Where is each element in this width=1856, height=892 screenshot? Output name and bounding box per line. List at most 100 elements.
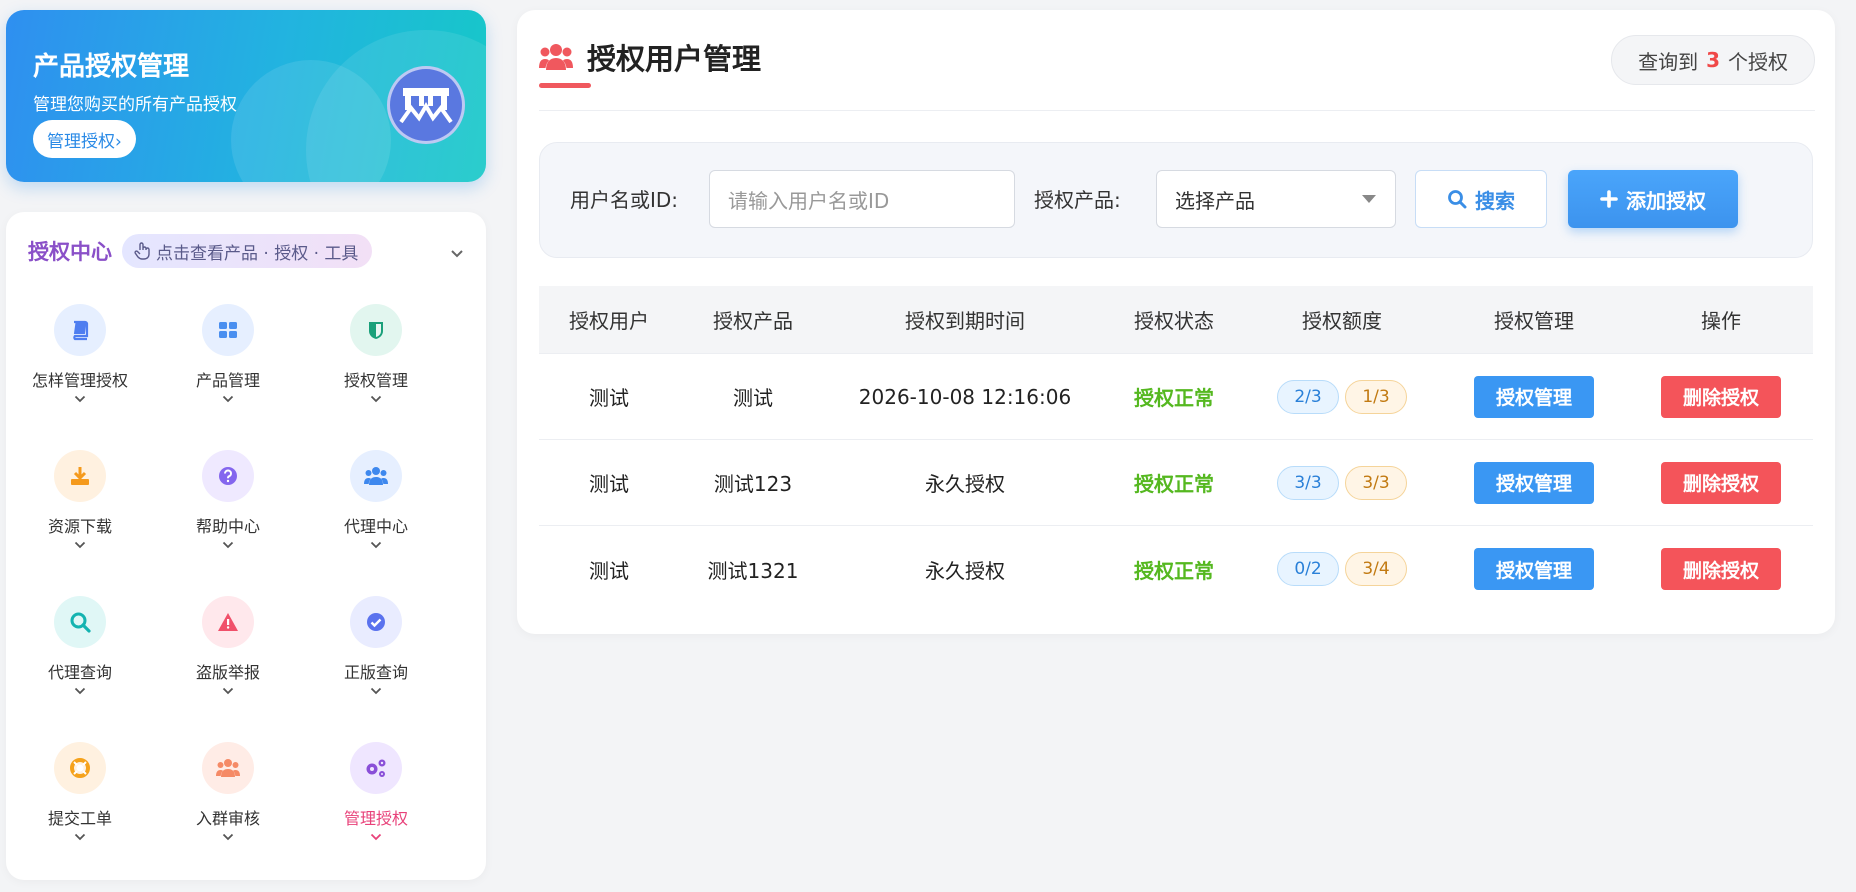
collapse-toggle[interactable] (450, 244, 464, 263)
search-icon (54, 596, 106, 648)
book-icon (54, 304, 106, 356)
divider (539, 110, 1815, 111)
nav-item-10[interactable]: 入群审核 (154, 742, 302, 841)
cell-manage: 授权管理 (1439, 375, 1629, 418)
warning-icon (202, 596, 254, 648)
nav-item-1[interactable]: 产品管理 (154, 304, 302, 403)
add-license-button[interactable]: 添加授权 (1568, 170, 1738, 228)
chevron-down-icon (6, 395, 154, 403)
check-badge-icon (350, 596, 402, 648)
user-search-input[interactable]: 请输入用户名或ID (709, 170, 1015, 228)
nav-item-label: 资源下载 (47, 517, 112, 536)
chevron-down-icon (302, 687, 450, 695)
quota-badge-primary: 2/3 (1277, 379, 1339, 414)
manage-license-row-button[interactable]: 授权管理 (1474, 375, 1594, 418)
license-center-title: 授权中心 (28, 240, 112, 264)
delete-license-button[interactable]: 删除授权 (1661, 548, 1781, 590)
nav-item-label: 代理查询 (47, 663, 112, 682)
nav-item-3[interactable]: 资源下载 (6, 450, 154, 549)
cell-status: 授权正常 (1134, 558, 1214, 583)
delete-license-button[interactable]: 删除授权 (1661, 375, 1781, 418)
manage-license-row-button[interactable]: 授权管理 (1474, 461, 1594, 504)
quota-badge-secondary: 3/3 (1345, 465, 1407, 500)
cell-quota: 3/3 3/3 (1245, 465, 1439, 500)
cell-user: 测试 (589, 558, 629, 583)
caret-down-icon (1362, 195, 1376, 203)
table-row: 测试 测试1321 永久授权 授权正常 0/2 3/4 授权管理 删除授权 (539, 526, 1813, 612)
search-button-label: 搜索 (1475, 188, 1515, 213)
chevron-down-icon (154, 541, 302, 549)
plus-icon (1600, 190, 1618, 208)
pointer-hand-icon (134, 242, 150, 260)
banner-title: 产品授权管理 (33, 52, 190, 82)
search-button[interactable]: 搜索 (1415, 170, 1547, 228)
chevron-down-icon (302, 833, 450, 841)
table-row: 测试 测试 2026-10-08 12:16:06 授权正常 2/3 1/3 授权管理 删除授… (539, 354, 1813, 440)
nav-item-4[interactable]: 帮助中心 (154, 450, 302, 549)
product-filter-label: 授权产品: (1034, 188, 1121, 212)
nav-item-2[interactable]: 授权管理 (302, 304, 450, 403)
nav-item-0[interactable]: 怎样管理授权 (6, 304, 154, 403)
table-row: 测试 测试123 永久授权 授权正常 3/3 3/3 授权管理 删除授权 (539, 440, 1813, 526)
quota-badge-secondary: 3/4 (1345, 552, 1407, 586)
nav-item-9[interactable]: 提交工单 (6, 742, 154, 841)
cell-product: 测试 (733, 386, 773, 410)
users-icon (350, 450, 402, 502)
license-center-panel: 授权中心 点击查看产品 · 授权 · 工具 怎样管理授权 产品管理 授权管理资源下载… (6, 212, 486, 880)
chevron-down-icon (451, 250, 463, 258)
group-icon (202, 742, 254, 794)
avatar (387, 66, 465, 144)
nav-item-11[interactable]: 管理授权 (302, 742, 450, 841)
grid-icon (202, 304, 254, 356)
chevron-down-icon (6, 541, 154, 549)
cell-expire: 2026-10-08 12:16:06 (858, 384, 1072, 409)
banner-subtitle: 管理您购买的所有产品授权 (33, 95, 237, 115)
panel-header: 授权用户管理 (539, 36, 761, 78)
download-icon (54, 450, 106, 502)
cell-actions: 删除授权 (1629, 375, 1813, 418)
nav-item-8[interactable]: 正版查询 (302, 596, 450, 695)
nav-item-label: 提交工单 (47, 809, 112, 828)
nav-item-7[interactable]: 盗版举报 (154, 596, 302, 695)
chevron-down-icon (154, 687, 302, 695)
cell-manage: 授权管理 (1439, 548, 1629, 590)
title-underline (539, 83, 591, 88)
cell-product: 测试1321 (707, 558, 799, 583)
filter-bar: 用户名或ID: 请输入用户名或ID 授权产品: 选择产品 搜索 添加授权 (539, 142, 1813, 258)
column-header: 授权管理 (1494, 309, 1574, 333)
nav-item-label: 授权管理 (343, 371, 408, 390)
nav-item-6[interactable]: 代理查询 (6, 596, 154, 695)
license-center-header: 授权中心 点击查看产品 · 授权 · 工具 (28, 234, 373, 268)
table-header: 授权用户 授权产品 授权到期时间 授权状态 授权额度 授权管理 操作 (539, 286, 1813, 354)
column-header: 授权额度 (1302, 309, 1382, 333)
result-count-badge: 查询到 3 个授权 (1611, 35, 1815, 85)
table-body: 测试 测试 2026-10-08 12:16:06 授权正常 2/3 1/3 授权管理 删除授… (539, 354, 1813, 612)
cell-manage: 授权管理 (1439, 461, 1629, 504)
gears-icon (350, 742, 402, 794)
quota-badge-secondary: 1/3 (1345, 379, 1407, 414)
delete-license-button[interactable]: 删除授权 (1661, 461, 1781, 504)
cell-expire: 永久授权 (925, 472, 1005, 496)
nav-item-label: 帮助中心 (195, 517, 260, 536)
nav-item-label: 入群审核 (195, 809, 260, 828)
cell-expire: 永久授权 (925, 558, 1005, 583)
cell-status: 授权正常 (1134, 472, 1214, 496)
cell-actions: 删除授权 (1629, 461, 1813, 504)
result-prefix: 查询到 (1638, 49, 1699, 74)
result-suffix: 个授权 (1728, 49, 1788, 74)
nav-item-5[interactable]: 代理中心 (302, 450, 450, 549)
column-header: 操作 (1701, 309, 1741, 333)
nav-item-label: 怎样管理授权 (31, 371, 128, 390)
lifebuoy-icon (54, 742, 106, 794)
nav-item-label: 正版查询 (343, 663, 408, 682)
manage-license-button[interactable]: 管理授权› (33, 120, 136, 158)
result-count: 3 (1706, 48, 1720, 72)
chevron-down-icon (154, 395, 302, 403)
nav-item-label: 产品管理 (195, 371, 260, 390)
product-select[interactable]: 选择产品 (1156, 170, 1396, 228)
license-table: 授权用户 授权产品 授权到期时间 授权状态 授权额度 授权管理 操作 测试 测试 2… (539, 286, 1813, 612)
manage-license-row-button[interactable]: 授权管理 (1474, 548, 1594, 590)
chevron-down-icon (6, 833, 154, 841)
product-license-banner: 产品授权管理 管理您购买的所有产品授权 管理授权› (6, 10, 486, 182)
nav-item-label: 管理授权 (343, 809, 408, 828)
